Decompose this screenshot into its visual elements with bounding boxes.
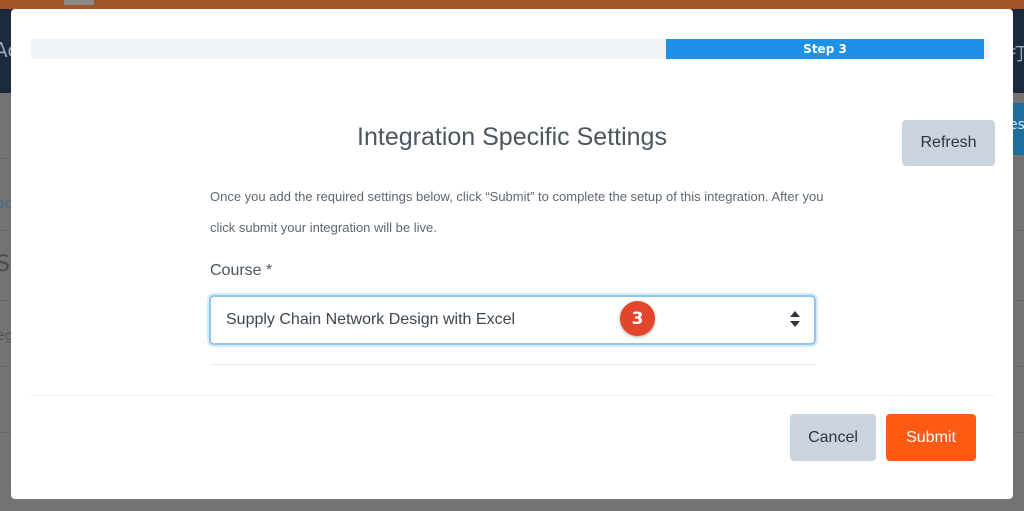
modal-title: Integration Specific Settings <box>357 123 667 151</box>
instructions-text: Once you add the required settings below… <box>210 189 824 235</box>
submit-button[interactable]: Submit <box>886 414 976 461</box>
step-progress-fill: Step 3 <box>666 39 984 59</box>
background-top-bar <box>0 0 1024 9</box>
course-field-label: Course * <box>210 262 273 279</box>
cancel-button[interactable]: Cancel <box>790 414 876 461</box>
course-select[interactable]: Supply Chain Network Design with Excel <box>209 295 816 345</box>
refresh-button[interactable]: Refresh <box>902 120 995 166</box>
integration-settings-modal: Step 3 Integration Specific Settings Ref… <box>11 9 1013 499</box>
background-chip <box>64 0 94 5</box>
background-heading-fragment: S <box>0 252 10 277</box>
step-label: Step 3 <box>803 42 847 56</box>
step-progress-bar: Step 3 <box>31 39 989 59</box>
sort-arrows-icon <box>790 311 800 327</box>
annotation-step-badge: 3 <box>620 301 655 336</box>
course-select-value: Supply Chain Network Design with Excel <box>226 311 516 328</box>
field-divider <box>210 364 816 365</box>
footer-divider <box>31 395 995 396</box>
